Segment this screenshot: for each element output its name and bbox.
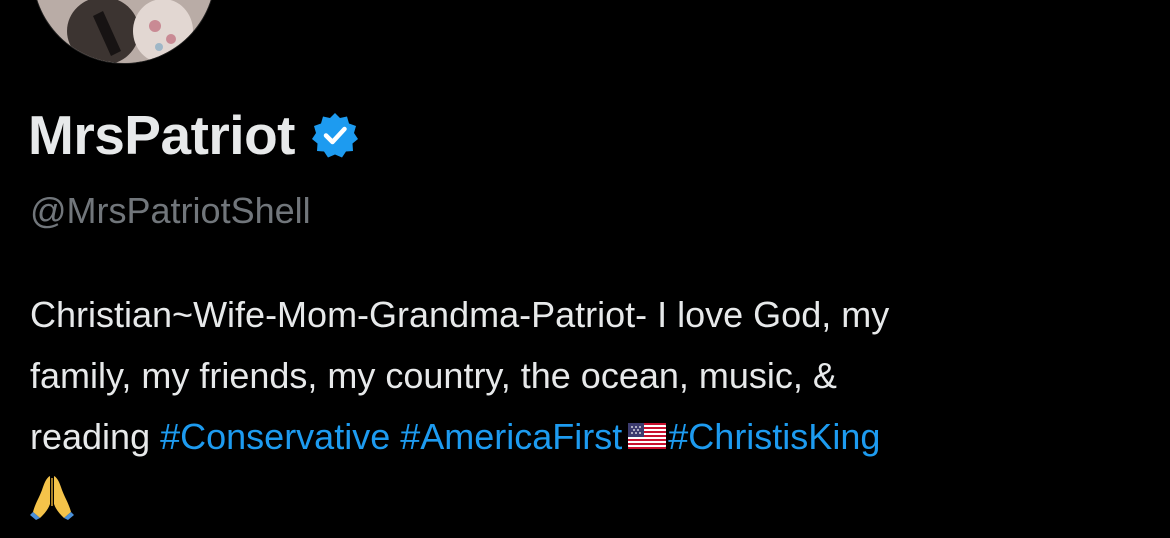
hashtag-conservative-link[interactable]: #Conservative — [160, 416, 390, 457]
profile-name-row: MrsPatriot — [28, 100, 359, 170]
hashtag-christisking-link[interactable]: #ChristisKing — [668, 416, 880, 457]
bio-text-reading: reading — [30, 416, 151, 457]
hashtag-americafirst-link[interactable]: #AmericaFirst — [400, 416, 622, 457]
profile-avatar[interactable] — [32, 0, 216, 64]
bio-line-4 — [30, 470, 1150, 534]
bio-line-3: reading #Conservative #AmericaFirst #Chr… — [30, 406, 1150, 470]
bio-line-1: Christian~Wife-Mom-Grandma-Patriot- I lo… — [30, 294, 890, 335]
bio-line-2: family, my friends, my country, the ocea… — [30, 355, 837, 396]
display-name: MrsPatriot — [28, 104, 296, 166]
profile-handle: @MrsPatriotShell — [30, 190, 311, 231]
us-flag-icon — [628, 406, 667, 467]
folded-hands-icon — [30, 474, 74, 538]
profile-bio: Christian~Wife-Mom-Grandma-Patriot- I lo… — [30, 284, 1150, 534]
verified-badge-icon[interactable] — [311, 111, 359, 159]
